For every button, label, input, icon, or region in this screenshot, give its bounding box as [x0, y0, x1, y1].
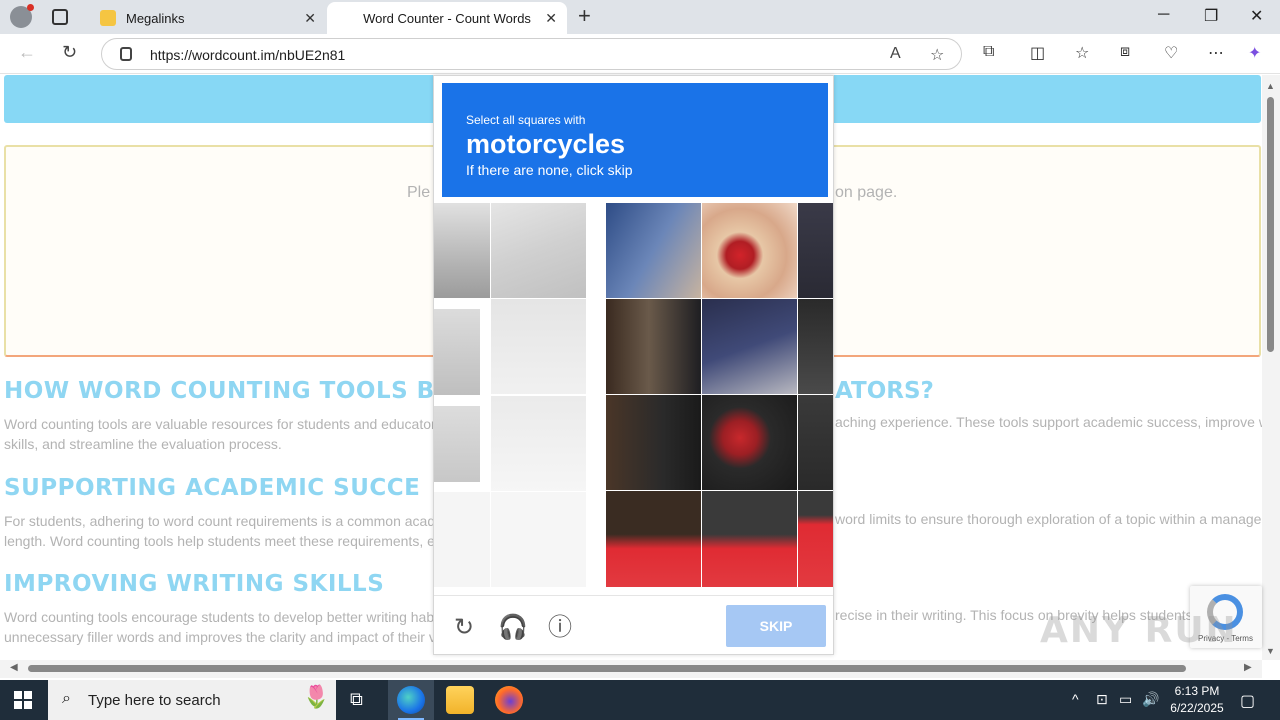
- section-heading: HOW WORD COUNTING TOOLS B: [4, 378, 435, 404]
- recaptcha-challenge: Select all squares with motorcycles If t…: [433, 75, 834, 655]
- scroll-down-arrow-icon[interactable]: ▼: [1266, 646, 1275, 656]
- tab-label: Megalinks: [126, 10, 185, 26]
- captcha-tile[interactable]: [798, 395, 833, 490]
- more-menu-icon[interactable]: ⋯: [1208, 43, 1224, 63]
- section-paragraph-right: aching experience. These tools support a…: [835, 414, 1262, 430]
- back-arrow-icon[interactable]: ←: [18, 42, 36, 63]
- restore-button[interactable]: ❐: [1204, 6, 1218, 26]
- captcha-tile[interactable]: [702, 299, 797, 394]
- tab-word-counter[interactable]: Word Counter - Count Words ✕: [327, 2, 567, 34]
- close-tab-icon[interactable]: ✕: [545, 10, 557, 27]
- captcha-tile[interactable]: [702, 203, 797, 298]
- search-highlight-flowers-icon: 🌷: [302, 684, 330, 709]
- clock-time: 6:13 PM: [1174, 684, 1220, 698]
- skip-button[interactable]: SKIP: [726, 605, 826, 647]
- captcha-tile[interactable]: [702, 395, 797, 490]
- collections-icon[interactable]: ⧈: [1120, 43, 1130, 61]
- windows-start-icon[interactable]: [14, 691, 32, 709]
- favorites-icon[interactable]: ☆: [1075, 43, 1089, 63]
- vertical-scroll-thumb[interactable]: [1267, 97, 1274, 352]
- address-bar[interactable]: https://wordcount.im/nbUE2n81 A ☆: [101, 38, 962, 70]
- url-text[interactable]: https://wordcount.im/nbUE2n81: [150, 47, 345, 63]
- vertical-scrollbar[interactable]: ▲ ▼: [1262, 75, 1280, 660]
- task-view-icon[interactable]: ⧉: [350, 689, 363, 710]
- editor-placeholder-left: Ple: [407, 184, 431, 201]
- read-aloud-icon[interactable]: A: [890, 45, 901, 63]
- scroll-right-arrow-icon[interactable]: ▶: [1244, 662, 1252, 673]
- megalinks-favicon-icon: [100, 10, 116, 26]
- captcha-tile[interactable]: [798, 299, 833, 394]
- captcha-target: motorcycles: [466, 129, 626, 159]
- close-tab-icon[interactable]: ✕: [304, 10, 316, 27]
- captcha-tile[interactable]: [798, 491, 833, 587]
- captcha-tile[interactable]: [702, 491, 797, 587]
- section-paragraph: unnecessary filler words and improves th…: [4, 629, 434, 645]
- close-window-button[interactable]: ✕: [1250, 6, 1263, 26]
- section-paragraph: For students, adhering to word count req…: [4, 513, 434, 529]
- captcha-tile[interactable]: [798, 203, 833, 298]
- clock-date: 6/22/2025: [1170, 701, 1224, 715]
- section-heading-right: ATORS?: [835, 378, 934, 404]
- refresh-icon[interactable]: ↻: [62, 42, 77, 63]
- meet-now-icon[interactable]: ⊡: [1096, 691, 1108, 708]
- section-paragraph: length. Word counting tools help student…: [4, 533, 434, 549]
- search-placeholder: Type here to search: [88, 692, 221, 709]
- copilot-icon[interactable]: ✦: [1248, 43, 1261, 63]
- tab-actions-icon[interactable]: [52, 9, 68, 25]
- lock-icon[interactable]: [120, 47, 132, 61]
- info-icon[interactable]: ⓘ: [546, 614, 574, 642]
- address-toolbar: ← ↻ https://wordcount.im/nbUE2n81 A ☆ ⧉ …: [0, 34, 1280, 74]
- captcha-tile[interactable]: [491, 299, 586, 394]
- horizontal-scroll-thumb[interactable]: [28, 665, 1186, 672]
- scroll-up-arrow-icon[interactable]: ▲: [1266, 81, 1275, 91]
- captcha-tile[interactable]: [434, 406, 480, 482]
- volume-icon[interactable]: 🔊: [1142, 691, 1159, 708]
- firefox-icon[interactable]: [495, 686, 523, 714]
- captcha-instruction-header: Select all squares with motorcycles If t…: [442, 83, 828, 197]
- captcha-tile[interactable]: [434, 492, 490, 587]
- section-paragraph: Word counting tools encourage students t…: [4, 609, 434, 625]
- system-clock[interactable]: 6:13 PM 6/22/2025: [1162, 683, 1232, 717]
- watermark: ANY RUN: [1040, 610, 1238, 651]
- horizontal-scrollbar[interactable]: ◀ ▶: [0, 660, 1262, 678]
- captcha-tile[interactable]: [606, 203, 701, 298]
- extensions-icon[interactable]: ⧉: [983, 43, 994, 61]
- search-icon: ⌕: [62, 690, 71, 707]
- editor-placeholder-right: on page.: [835, 184, 898, 201]
- tab-label: Word Counter - Count Words: [363, 10, 531, 26]
- section-paragraph: Word counting tools are valuable resourc…: [4, 416, 434, 432]
- captcha-footer-divider: [434, 595, 833, 596]
- section-heading: SUPPORTING ACADEMIC SUCCE: [4, 475, 421, 501]
- browser-essentials-icon[interactable]: ♡: [1164, 43, 1178, 63]
- captcha-tile[interactable]: [491, 396, 586, 491]
- captcha-tile[interactable]: [491, 203, 586, 298]
- captcha-tile[interactable]: [434, 309, 480, 395]
- scroll-left-arrow-icon[interactable]: ◀: [10, 662, 18, 673]
- minimize-button[interactable]: ─: [1158, 6, 1169, 24]
- captcha-tile[interactable]: [434, 203, 490, 298]
- section-paragraph-right: word limits to ensure thorough explorati…: [835, 511, 1262, 527]
- tab-megalinks[interactable]: Megalinks ✕: [88, 2, 326, 34]
- captcha-tile[interactable]: [606, 491, 701, 587]
- taskbar-search-box[interactable]: ⌕ Type here to search 🌷: [48, 680, 336, 720]
- notifications-icon[interactable]: ▢: [1240, 691, 1255, 711]
- edge-browser-icon[interactable]: [397, 686, 425, 714]
- split-screen-icon[interactable]: ◫: [1030, 43, 1045, 63]
- section-heading: IMPROVING WRITING SKILLS: [4, 571, 385, 597]
- file-explorer-icon[interactable]: [446, 686, 474, 714]
- captcha-hint: If there are none, click skip: [466, 162, 633, 178]
- profile-avatar-icon[interactable]: [10, 4, 34, 28]
- favorite-star-icon[interactable]: ☆: [930, 45, 944, 65]
- windows-taskbar: ⌕ Type here to search 🌷 ⧉ ^ ⊡ ▭ 🔊 6:13 P…: [0, 680, 1280, 720]
- browser-tab-bar: Megalinks ✕ Word Counter - Count Words ✕…: [0, 0, 1280, 34]
- captcha-tile[interactable]: [606, 395, 701, 490]
- captcha-instruction: Select all squares with: [466, 113, 586, 127]
- audio-icon[interactable]: 🎧: [498, 614, 528, 642]
- show-hidden-icons-icon[interactable]: ^: [1072, 691, 1079, 707]
- network-icon[interactable]: ▭: [1119, 691, 1132, 708]
- new-tab-button[interactable]: +: [578, 5, 591, 27]
- reload-icon[interactable]: ↻: [450, 614, 478, 642]
- captcha-tile[interactable]: [606, 299, 701, 394]
- captcha-tile[interactable]: [491, 492, 586, 587]
